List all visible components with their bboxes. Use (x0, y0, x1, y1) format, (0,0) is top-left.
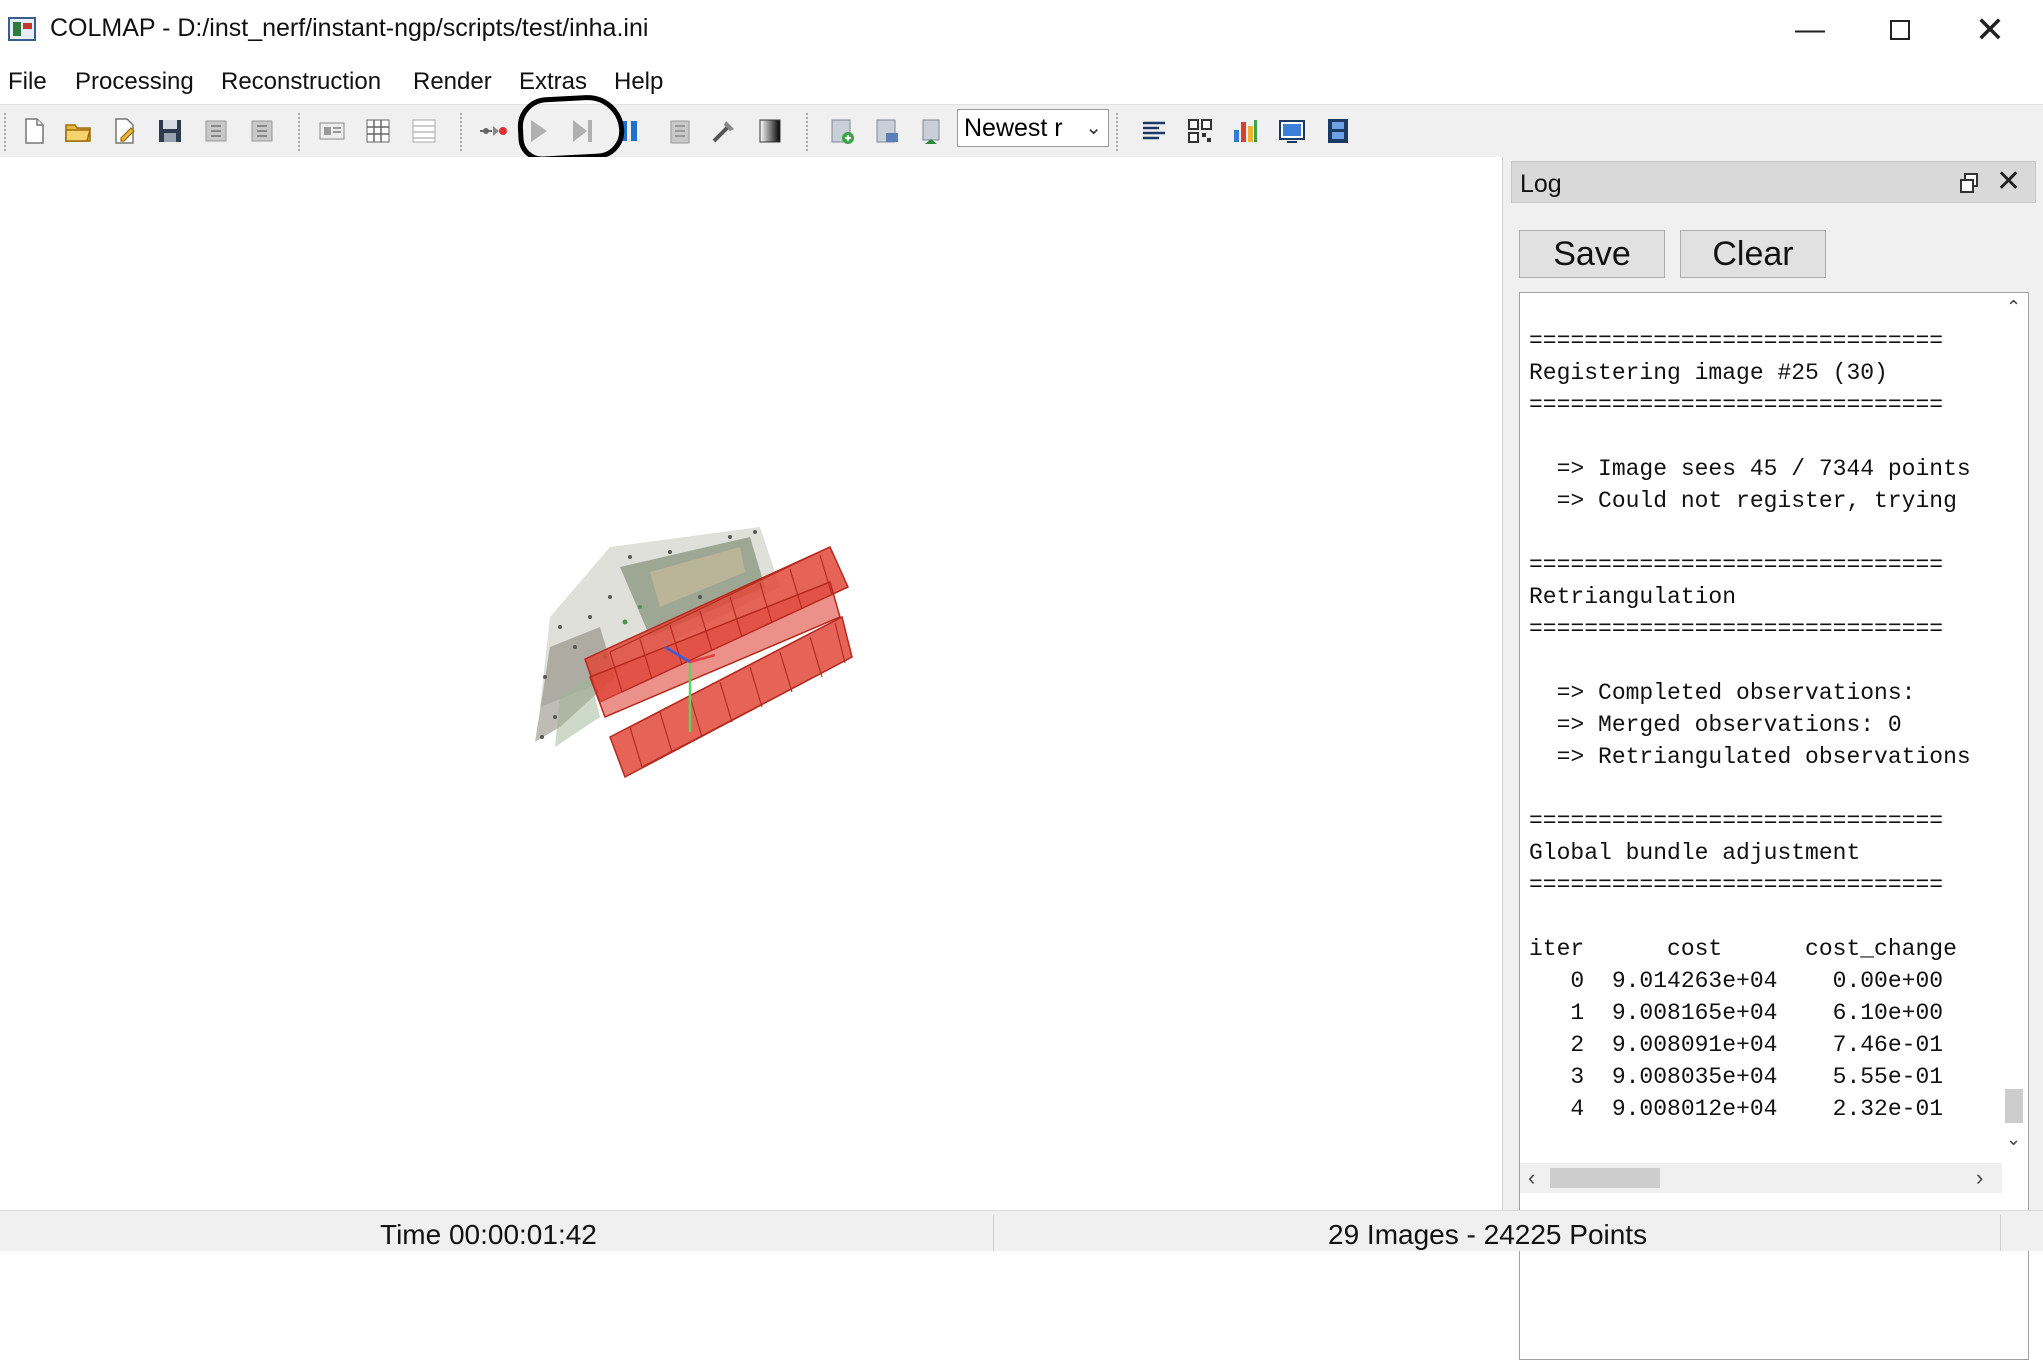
close-icon: ✕ (1974, 9, 2006, 50)
save-log-button[interactable]: Save (1519, 230, 1665, 278)
maximize-icon (1890, 20, 1910, 40)
status-time: Time 00:00:01:42 (380, 1219, 597, 1250)
log-line: 3 9.008035e+04 5.55e-01 (1529, 1064, 1944, 1090)
status-bar: Time 00:00:01:42 29 Images - 24225 Point… (0, 1210, 2043, 1251)
log-line: Retriangulation (1529, 584, 1737, 610)
log-line: 1 9.008165e+04 6.10e+00 (1529, 1000, 1944, 1026)
dense-reconstruction-icon[interactable] (754, 115, 786, 147)
grab-movie-icon[interactable] (1322, 115, 1354, 147)
log-line: Global bundle adjustment (1529, 840, 1861, 866)
reconstruction-viewport[interactable] (0, 157, 1502, 1210)
automatic-reconstruction-icon[interactable] (477, 115, 509, 147)
title-bar: COLMAP - D:/inst_nerf/instant-ngp/script… (0, 0, 2043, 60)
log-line: 4 9.008012e+04 2.32e-01 (1529, 1096, 1944, 1122)
point-cloud-render (535, 527, 853, 779)
export-icon[interactable] (246, 115, 278, 147)
scroll-right-icon[interactable]: › (1976, 1165, 1983, 1191)
minimize-button[interactable]: — (1765, 0, 1855, 60)
log-line: ============================== (1529, 328, 1944, 354)
scrollbar-thumb[interactable] (1550, 1168, 1660, 1188)
status-divider (2000, 1215, 2001, 1251)
toolbar-separator (1116, 113, 1121, 151)
close-button[interactable]: ✕ (1945, 0, 2035, 60)
menu-render[interactable]: Render (413, 68, 492, 96)
toolbar-separator (298, 113, 303, 151)
log-line: => Image sees 45 / 7344 points (1529, 456, 1971, 482)
menu-help[interactable]: Help (614, 68, 663, 96)
toolbar-separator (460, 113, 465, 151)
log-horizontal-scrollbar[interactable]: ‹ › (1520, 1163, 2002, 1193)
render-grab-image-icon[interactable] (825, 115, 857, 147)
reconstruction-select-value: Newest r (964, 114, 1063, 142)
feature-matching-icon[interactable] (362, 115, 394, 147)
scroll-down-icon[interactable]: ⌄ (2006, 1129, 2021, 1150)
log-panel-header: Log ✕ (1511, 161, 2036, 203)
log-line: ============================== (1529, 872, 1944, 898)
match-matrix-icon[interactable] (1184, 115, 1216, 147)
main-toolbar: Newest r ⌄ (0, 104, 2043, 158)
menu-bar: File Processing Reconstruction Render Ex… (0, 60, 2043, 104)
toolbar-separator (806, 113, 811, 151)
open-project-icon[interactable] (62, 115, 94, 147)
menu-processing[interactable]: Processing (75, 68, 194, 96)
float-panel-icon[interactable] (1960, 173, 1978, 193)
log-icon[interactable] (1138, 115, 1170, 147)
log-line: 0 9.014263e+04 0.00e+00 (1529, 968, 1944, 994)
log-line: iter cost cost_change (1529, 936, 1957, 962)
close-panel-icon[interactable]: ✕ (1996, 164, 2021, 199)
edit-project-icon[interactable] (108, 115, 140, 147)
reconstruction-select[interactable]: Newest r ⌄ (957, 109, 1109, 147)
render-grab-movie-icon[interactable] (870, 115, 902, 147)
status-summary: 29 Images - 24225 Points (1328, 1219, 1648, 1250)
toolbar-grip (4, 113, 9, 151)
status-divider (993, 1215, 994, 1251)
import-icon[interactable] (200, 115, 232, 147)
log-panel-title: Log (1520, 170, 1562, 198)
log-line: => Retriangulated observations (1529, 744, 1971, 770)
render-reset-icon[interactable] (915, 115, 947, 147)
clear-log-button[interactable]: Clear (1680, 230, 1826, 278)
log-line: => Completed observations: (1529, 680, 1930, 706)
log-line: => Could not register, trying (1529, 488, 1957, 514)
annotation-circle (516, 93, 626, 163)
scroll-left-icon[interactable]: ‹ (1528, 1165, 1535, 1191)
chevron-down-icon: ⌄ (1085, 117, 1102, 139)
save-project-icon[interactable] (154, 115, 186, 147)
colmap-app-icon (8, 17, 36, 41)
menu-extras[interactable]: Extras (519, 68, 587, 96)
reconstruction-options-icon[interactable] (664, 115, 696, 147)
window-title: COLMAP - D:/inst_nerf/instant-ngp/script… (50, 14, 649, 42)
log-line: => Merged observations: 0 (1529, 712, 1902, 738)
log-text-area[interactable]: ============================== Registerin… (1519, 292, 2029, 1360)
reconstruction-stats-icon[interactable] (1229, 115, 1261, 147)
menu-file[interactable]: File (8, 68, 47, 96)
log-output: ============================== Registerin… (1529, 325, 1989, 1125)
log-line: Registering image #25 (30) (1529, 360, 1888, 386)
minimize-icon: — (1795, 13, 1825, 46)
database-management-icon[interactable] (408, 115, 440, 147)
bundle-adjustment-icon[interactable] (708, 115, 740, 147)
feature-extraction-icon[interactable] (316, 115, 348, 147)
scroll-up-icon[interactable]: ⌃ (2006, 297, 2021, 318)
log-panel: Log ✕ Save Clear =======================… (1502, 157, 2043, 1360)
scrollbar-thumb[interactable] (2005, 1089, 2023, 1123)
log-line: ============================== (1529, 392, 1944, 418)
log-vertical-scrollbar[interactable]: ⌃ ⌄ (2000, 293, 2028, 1163)
maximize-button[interactable] (1855, 0, 1945, 60)
menu-reconstruction[interactable]: Reconstruction (221, 68, 381, 96)
log-line: ============================== (1529, 808, 1944, 834)
new-project-icon[interactable] (18, 115, 50, 147)
render-options-icon[interactable] (1276, 115, 1308, 147)
log-line: ============================== (1529, 552, 1944, 578)
log-line: ============================== (1529, 616, 1944, 642)
log-line: 2 9.008091e+04 7.46e-01 (1529, 1032, 1944, 1058)
